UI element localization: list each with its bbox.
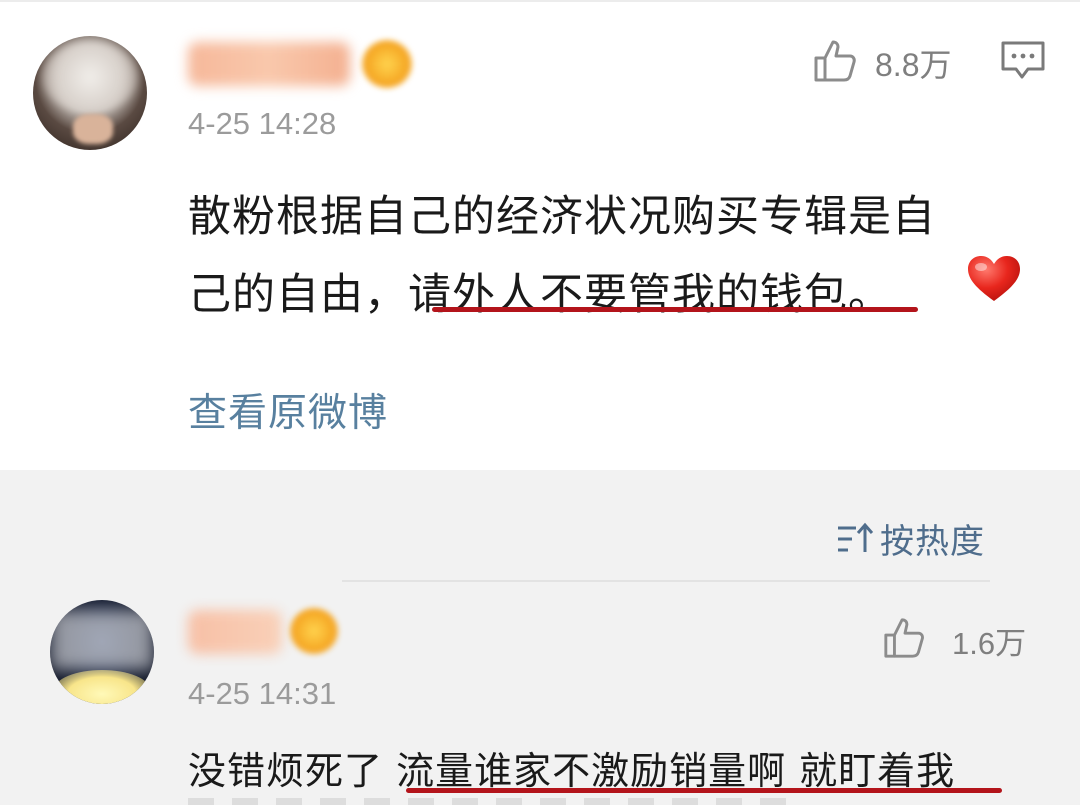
top-divider bbox=[0, 0, 1080, 2]
reply-timestamp: 4-25 14:31 bbox=[188, 676, 337, 711]
heart-emoji-icon bbox=[968, 256, 1020, 301]
replies-section: 按热度 4-25 14:31 1.6万 没错烦死了 流量谁家不激励销量啊 就盯着… bbox=[0, 470, 1080, 805]
comment-body-line-1: 散粉根据自己的经济状况购买专辑是自 bbox=[188, 192, 936, 242]
sort-by-hotness-button[interactable]: 按热度 bbox=[836, 514, 985, 563]
highlighted-text: 请外人不要管我的钱包 bbox=[408, 270, 848, 320]
avatar[interactable] bbox=[33, 36, 147, 150]
comment-body-line-2: 己的自由，请外人不要管我的钱包。 bbox=[188, 260, 892, 322]
main-comment: 4-25 14:28 8.8万 散粉根据自己的经济状况购买专辑是自 己的自由，请… bbox=[0, 0, 1080, 470]
sort-label: 按热度 bbox=[880, 522, 985, 562]
reply-body: 没错烦死了 流量谁家不激励销量啊 就盯着我 bbox=[188, 740, 955, 795]
like-count: 8.8万 bbox=[875, 47, 952, 83]
weibo-comment-page: 4-25 14:28 8.8万 散粉根据自己的经济状况购买专辑是自 己的自由，请… bbox=[0, 0, 1080, 805]
highlight-underline bbox=[432, 307, 918, 312]
thumbs-up-icon[interactable] bbox=[882, 614, 928, 660]
verified-badge-icon bbox=[290, 608, 338, 654]
comment-bubble-icon[interactable] bbox=[1000, 40, 1046, 80]
comment-text: 。 bbox=[848, 270, 892, 320]
comment-text: 己的自由， bbox=[188, 270, 408, 320]
reply-text: 没错烦死了 bbox=[188, 749, 397, 793]
verified-badge-icon bbox=[362, 40, 412, 88]
like-count: 1.6万 bbox=[952, 626, 1027, 661]
sort-icon bbox=[838, 522, 874, 552]
thumbs-up-icon[interactable] bbox=[812, 36, 860, 84]
highlighted-text: 流量谁家不激励销量啊 就盯着我 bbox=[396, 749, 956, 793]
highlight-underline bbox=[406, 788, 1002, 793]
comment-timestamp: 4-25 14:28 bbox=[188, 106, 337, 141]
section-divider bbox=[342, 580, 990, 582]
username-blurred[interactable] bbox=[188, 610, 282, 654]
cut-off-text bbox=[188, 798, 788, 805]
avatar[interactable] bbox=[50, 600, 154, 704]
view-original-post-link[interactable]: 查看原微博 bbox=[188, 382, 388, 438]
username-blurred[interactable] bbox=[188, 42, 350, 86]
